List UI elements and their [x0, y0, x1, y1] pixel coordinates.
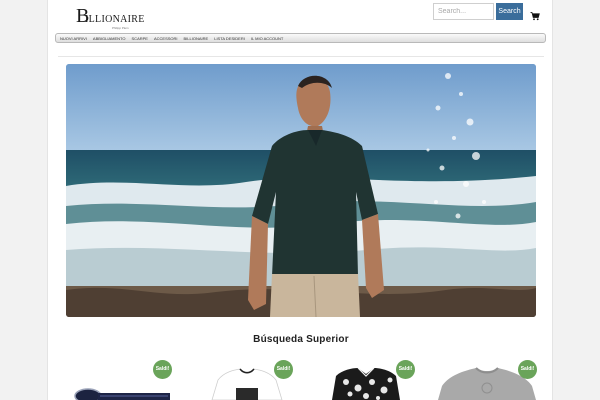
nav-item-billionaire[interactable]: Billionaire	[184, 36, 209, 41]
cart-icon[interactable]	[530, 8, 540, 21]
logo-wordmark: ILLIONAIRE	[85, 14, 145, 25]
logo-tagline: Philipp Plein	[112, 26, 129, 30]
cart-icon-graphic	[530, 12, 540, 21]
sale-badge: Saldi!	[518, 360, 537, 379]
search-button[interactable]: Search	[496, 3, 523, 20]
brand-logo[interactable]: B ILLIONAIRE Philipp Plein	[76, 6, 146, 30]
hero-image	[66, 64, 536, 317]
hero-banner[interactable]	[66, 64, 536, 317]
sale-badge: Saldi!	[153, 360, 172, 379]
nav-item-lista-desideri[interactable]: Lista desideri	[214, 36, 245, 41]
sale-badge: Saldi!	[396, 360, 415, 379]
nav-item-scarpe[interactable]: Scarpe	[132, 36, 148, 41]
section-title: Búsqueda Superior	[253, 334, 349, 345]
page-container: B ILLIONAIRE Philipp Plein Search Nuovi …	[47, 0, 553, 400]
nav-item-accessori[interactable]: Accessori	[154, 36, 178, 41]
search-input[interactable]	[433, 3, 494, 20]
nav-item-il-mio-account[interactable]: Il mio account	[251, 36, 284, 41]
nav-item-abbigliamento[interactable]: Abbigliamento	[93, 36, 126, 41]
main-nav: Nuovi arrivi Abbigliamento Scarpe Access…	[55, 33, 546, 43]
nav-item-nuovi-arrivi[interactable]: Nuovi arrivi	[60, 36, 87, 41]
sale-badge: Saldi!	[274, 360, 293, 379]
